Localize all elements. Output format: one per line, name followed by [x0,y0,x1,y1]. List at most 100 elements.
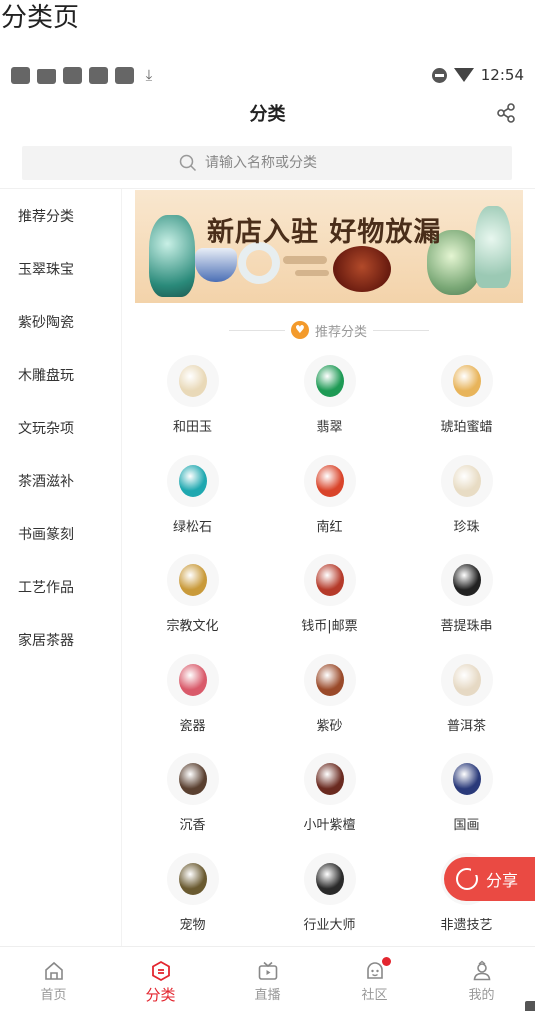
turtle-icon [166,852,219,905]
sidebar-item-label: 玉翠珠宝 [18,261,74,278]
sidebar-item-wood-carving[interactable]: 木雕盘玩 [0,348,121,401]
status-bar: ⤓ 12:54 [0,60,535,90]
category-item[interactable]: 和田玉 [124,355,261,455]
tab-live[interactable]: 直播 [214,947,321,1011]
jade-vase-image [475,206,511,288]
category-item[interactable]: 普洱茶 [398,653,535,754]
tab-label: 首页 [40,988,67,1003]
sidebar-item-curios[interactable]: 文玩杂项 [0,401,121,454]
category-sidebar: 推荐分类 玉翠珠宝 紫砂陶瓷 木雕盘玩 文玩杂项 茶酒滋补 书画篆刻 工艺作品 … [0,189,122,946]
share-floating-button[interactable]: 分享 [444,857,535,901]
category-item[interactable]: 钱币|邮票 [261,554,398,654]
category-item[interactable]: 翡翠 [261,355,398,455]
category-label: 小叶紫檀 [303,818,356,834]
tab-profile[interactable]: 我的 [428,947,535,1011]
search-bar[interactable] [22,146,512,180]
sidebar-item-recommended[interactable]: 推荐分类 [0,189,121,242]
profile-icon [473,960,490,981]
category-label: 钱币|邮票 [301,619,358,635]
search-input[interactable] [205,155,355,171]
share-icon[interactable] [495,102,517,124]
category-label: 琥珀蜜蜡 [440,420,493,435]
sidebar-item-calligraphy[interactable]: 书画篆刻 [0,507,121,560]
category-label: 菩提珠串 [440,619,493,635]
share-label: 分享 [486,871,519,890]
notification-icon [89,66,108,84]
category-item[interactable]: 南红 [261,454,398,555]
jade-carving-image [149,215,195,297]
do-not-disturb-icon [431,67,447,83]
category-label: 珍珠 [453,519,480,535]
puer-tea-icon [440,653,493,706]
category-item[interactable]: 宠物 [124,852,261,953]
sidebar-item-tea-wine[interactable]: 茶酒滋补 [0,454,121,507]
promo-banner[interactable]: 新店入驻 好物放漏 [135,190,523,303]
category-item[interactable]: 琥珀蜜蜡 [398,355,535,455]
nav-bar: 分类 [0,92,535,134]
category-item[interactable]: 紫砂 [261,653,398,754]
category-icon [151,960,170,982]
category-item[interactable]: 菩提珠串 [398,554,535,654]
category-item[interactable]: 绿松石 [124,454,261,555]
sidebar-item-crafts[interactable]: 工艺作品 [0,560,121,613]
south-red-agate-icon [303,454,356,507]
wifi-icon [453,68,474,82]
category-item[interactable]: 小叶紫檀 [261,753,398,853]
category-label: 绿松石 [172,519,212,535]
page-title: 分类 [249,104,286,125]
agarwood-icon [166,753,219,806]
turquoise-icon [166,454,219,507]
teapot-icon [303,653,356,706]
category-row: 和田玉 翡翠 琥珀蜜蜡 [124,355,535,455]
category-item[interactable]: 珍珠 [398,454,535,555]
tab-label: 我的 [468,988,495,1003]
jadeite-icon [303,355,356,407]
status-time: 12:54 [480,66,524,84]
category-row: 宗教文化 钱币|邮票 菩提珠串 [124,554,535,654]
cloud-decoration [283,256,327,264]
bag-notification-icon [37,68,56,84]
porcelain-bowl-icon [166,653,219,706]
category-label: 宠物 [179,917,206,933]
category-row: 瓷器 紫砂 普洱茶 [124,653,535,754]
status-notification-icons: ⤓ [11,66,157,84]
sidebar-item-label: 茶酒滋补 [18,473,74,490]
sandalwood-beads-icon [303,753,356,806]
sidebar-item-zisha-ceramics[interactable]: 紫砂陶瓷 [0,295,121,348]
notification-icon [63,66,82,84]
download-icon: ⤓ [145,66,153,84]
tab-label: 社区 [361,988,388,1003]
category-item[interactable]: 国画 [398,753,535,853]
beads-image [333,246,391,292]
divider-line [228,329,285,331]
banner-headline: 新店入驻 好物放漏 [207,217,442,248]
master-icon [303,852,356,905]
tab-community[interactable]: 社区 [321,947,428,1011]
refresh-share-icon [456,867,479,890]
bottom-tab-bar: 首页 分类 直播 社区 我的 [0,946,535,1011]
sidebar-item-label: 木雕盘玩 [18,367,74,384]
category-label: 沉香 [179,818,206,834]
sidebar-item-label: 书画篆刻 [18,526,74,543]
corner-handle [525,1001,535,1011]
sidebar-item-home-tea[interactable]: 家居茶器 [0,613,121,666]
category-item[interactable]: 行业大师 [261,852,398,953]
category-label: 南红 [316,519,343,535]
hetian-jade-icon [166,355,219,407]
category-label: 瓷器 [179,718,206,734]
notification-icon [115,66,134,84]
category-item[interactable]: 瓷器 [124,653,261,754]
category-row: 绿松石 南红 珍珠 [124,454,535,555]
tab-category[interactable]: 分类 [107,947,214,1011]
section-header: 推荐分类 [135,318,523,342]
category-label: 普洱茶 [446,718,486,734]
category-label: 非遗技艺 [440,917,493,933]
category-item[interactable]: 宗教文化 [124,554,261,654]
category-item[interactable]: 沉香 [124,753,261,853]
search-icon [179,154,197,172]
sidebar-item-label: 工艺作品 [18,579,74,596]
section-title: 推荐分类 [314,324,367,340]
sidebar-item-jade-jewelry[interactable]: 玉翠珠宝 [0,242,121,295]
tab-home[interactable]: 首页 [0,947,107,1011]
divider-line [373,329,429,331]
